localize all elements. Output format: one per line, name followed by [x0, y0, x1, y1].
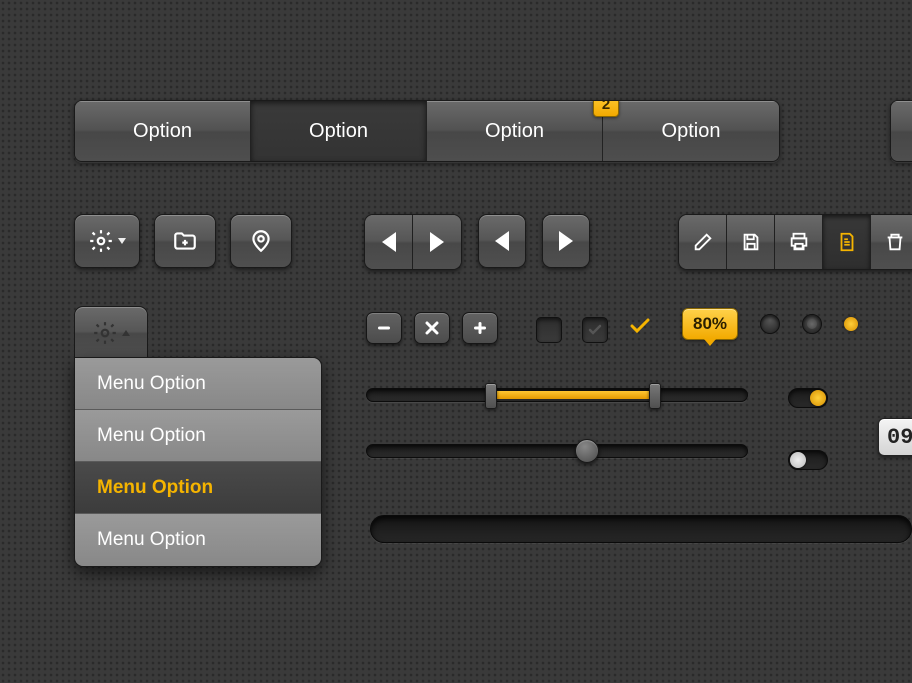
menu-item[interactable]: Menu Option: [75, 358, 321, 410]
triangle-left-icon: [495, 231, 509, 251]
toggle-off[interactable]: [788, 450, 828, 470]
arrow-button-group: [364, 214, 590, 270]
triangle-right-icon: [430, 232, 444, 252]
single-slider[interactable]: [366, 444, 748, 458]
option-seg-3[interactable]: 2 Option: [603, 101, 779, 161]
minus-button[interactable]: [366, 312, 402, 344]
print-button[interactable]: [775, 215, 823, 269]
print-icon: [788, 231, 810, 253]
minus-icon: [376, 320, 392, 336]
option-segmented-bar: Option Option Option 2 Option: [74, 100, 780, 162]
seg-label: Option: [662, 120, 721, 143]
chevron-up-icon: [122, 330, 130, 336]
menu-item-label: Menu Option: [97, 373, 206, 395]
slider-area: [366, 388, 748, 500]
option-seg-0[interactable]: Option: [75, 101, 251, 161]
seg-label: Option: [485, 120, 544, 143]
add-folder-button[interactable]: [154, 214, 216, 268]
range-fill: [491, 391, 655, 399]
location-button[interactable]: [230, 214, 292, 268]
edit-icon: [692, 231, 714, 253]
close-icon: [425, 321, 439, 335]
range-handle-end[interactable]: [649, 383, 661, 409]
nav-pair: [364, 214, 462, 270]
option-seg-1[interactable]: Option: [251, 101, 427, 161]
radio-off[interactable]: [760, 314, 780, 334]
triangle-left-icon: [382, 232, 396, 252]
radio-dot-accent[interactable]: [844, 317, 858, 331]
menu-item[interactable]: Menu Option: [75, 410, 321, 462]
next-button[interactable]: [413, 215, 461, 269]
location-pin-icon: [248, 228, 274, 254]
chevron-down-icon: [118, 238, 126, 244]
document-icon: [836, 231, 858, 253]
slider-knob[interactable]: [575, 439, 599, 463]
gear-icon: [92, 320, 118, 346]
check-standalone[interactable]: [628, 314, 652, 345]
triangle-right-icon: [559, 231, 573, 251]
scrollbar-track[interactable]: [370, 515, 912, 543]
checkbox-unchecked[interactable]: [536, 317, 562, 343]
seg-label: Option: [133, 120, 192, 143]
prev-button[interactable]: [365, 215, 413, 269]
range-slider[interactable]: [366, 388, 748, 402]
settings-menu-trigger[interactable]: [74, 306, 148, 358]
range-handle-start[interactable]: [485, 383, 497, 409]
plus-icon: [472, 320, 488, 336]
save-icon: [740, 231, 762, 253]
checkbox-group: [536, 314, 652, 345]
option-seg-2[interactable]: Option: [427, 101, 603, 161]
toggle-on[interactable]: [788, 388, 828, 408]
menu-item[interactable]: Menu Option: [75, 514, 321, 566]
plus-button[interactable]: [462, 312, 498, 344]
seg-label: Option: [309, 120, 368, 143]
numeric-counter[interactable]: 09: [878, 418, 912, 456]
action-toolbar: [678, 214, 912, 270]
settings-dropdown-button[interactable]: [74, 214, 140, 268]
checkbox-checked-dark[interactable]: [582, 317, 608, 343]
prev-single-button[interactable]: [478, 214, 526, 268]
dropdown-menu: Menu Option Menu Option Menu Option Menu…: [74, 357, 322, 567]
gear-icon: [88, 228, 114, 254]
document-button[interactable]: [823, 215, 871, 269]
menu-item-selected[interactable]: Menu Option: [75, 462, 321, 514]
menu-item-label: Menu Option: [97, 529, 206, 551]
notification-badge: 2: [593, 100, 619, 117]
percent-tooltip: 80%: [682, 308, 738, 340]
save-button[interactable]: [727, 215, 775, 269]
menu-item-label: Menu Option: [97, 425, 206, 447]
next-single-button[interactable]: [542, 214, 590, 268]
percent-radio-group: 80%: [682, 308, 858, 340]
edit-button[interactable]: [679, 215, 727, 269]
check-icon: [587, 322, 603, 338]
icon-button-row: [74, 214, 292, 268]
radio-on[interactable]: [802, 314, 822, 334]
option-segmented-bar-overflow[interactable]: [890, 100, 912, 162]
delete-button[interactable]: [871, 215, 912, 269]
toggle-area: [788, 388, 828, 470]
stepper-buttons: [366, 312, 498, 344]
folder-plus-icon: [172, 228, 198, 254]
check-icon: [628, 314, 652, 338]
menu-item-label: Menu Option: [97, 477, 213, 499]
trash-icon: [884, 231, 906, 253]
close-button[interactable]: [414, 312, 450, 344]
